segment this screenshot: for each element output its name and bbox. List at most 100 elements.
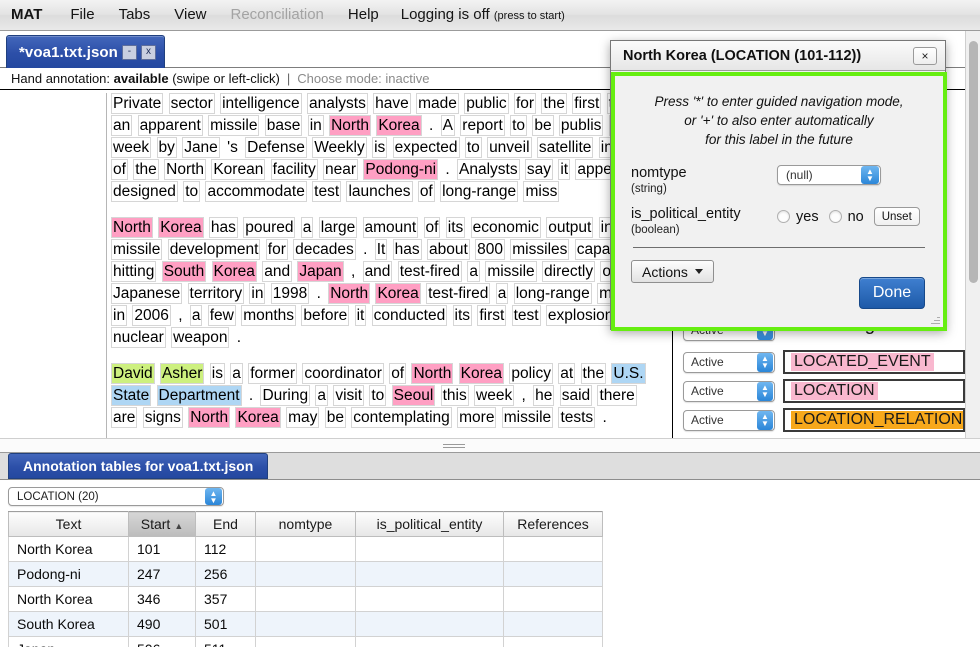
text-token[interactable]: During — [260, 385, 311, 406]
text-token[interactable]: , — [349, 261, 357, 282]
stepper-icon[interactable]: ▲▼ — [757, 352, 773, 372]
cell-end[interactable]: 511 — [195, 636, 256, 647]
unset-button[interactable]: Unset — [873, 207, 920, 226]
text-token[interactable]: for — [265, 239, 288, 260]
text-token[interactable]: a — [300, 217, 314, 238]
annotation-tables-tab[interactable]: Annotation tables for voa1.txt.json — [8, 453, 269, 479]
text-token[interactable]: this — [440, 385, 469, 406]
splitter-grip-icon[interactable] — [443, 444, 465, 449]
text-token[interactable]: test — [312, 181, 342, 202]
text-token[interactable]: hitting — [111, 261, 157, 282]
text-token[interactable]: signs — [142, 407, 183, 428]
cell-nomtype[interactable] — [255, 586, 356, 612]
text-token[interactable]: . — [247, 385, 255, 406]
table-row[interactable]: Podong-ni 247 256 — [8, 561, 603, 587]
text-token[interactable]: by — [156, 137, 177, 158]
annotated-token[interactable]: North — [329, 115, 371, 136]
text-token[interactable]: week — [111, 137, 152, 158]
nomtype-select[interactable]: (null) ▲ ▼ — [777, 165, 881, 185]
text-token[interactable]: amount — [362, 217, 419, 238]
text-token[interactable]: Analysts — [456, 159, 520, 180]
cell-references[interactable] — [503, 611, 603, 637]
column-header-text[interactable]: Text — [8, 511, 129, 537]
text-token[interactable]: apparent — [137, 115, 203, 136]
column-header-is-political-entity[interactable]: is_political_entity — [355, 511, 504, 537]
text-token[interactable]: months — [241, 305, 297, 326]
text-token[interactable]: test-fired — [426, 283, 491, 304]
tag-box-location-relation[interactable]: LOCATION_RELATION — [783, 408, 965, 432]
text-token[interactable]: . — [315, 283, 323, 304]
text-token[interactable]: in — [249, 283, 266, 304]
annotated-token[interactable]: North — [111, 217, 153, 238]
annotated-token[interactable]: Korea — [211, 261, 257, 282]
annotation-type-select[interactable]: LOCATION (20) ▲ ▼ — [8, 487, 224, 506]
text-token[interactable]: It — [374, 239, 388, 260]
cell-text[interactable]: Podong-ni — [8, 561, 129, 587]
text-token[interactable]: made — [416, 93, 459, 114]
text-token[interactable]: conducted — [371, 305, 448, 326]
text-token[interactable]: 's — [225, 137, 240, 158]
cell-nomtype[interactable] — [255, 636, 356, 647]
text-paragraph[interactable]: David Asher is a former coordinator of N… — [111, 363, 666, 429]
text-token[interactable]: a — [189, 305, 203, 326]
menu-item-tabs[interactable]: Tabs — [107, 0, 163, 30]
text-token[interactable]: expected — [392, 137, 460, 158]
text-token[interactable]: intelligence — [220, 93, 302, 114]
annotated-token[interactable]: Seoul — [391, 385, 436, 406]
text-token[interactable]: tests — [558, 407, 596, 428]
text-token[interactable]: Korean — [211, 159, 266, 180]
text-token[interactable]: of — [111, 159, 128, 180]
text-token[interactable]: be — [324, 407, 346, 428]
text-token[interactable]: explosion — [545, 305, 616, 326]
text-token[interactable]: . — [235, 327, 243, 348]
column-header-nomtype[interactable]: nomtype — [255, 511, 356, 537]
cell-text[interactable]: South Korea — [8, 611, 129, 637]
text-token[interactable]: be — [532, 115, 554, 136]
actions-button[interactable]: Actions — [631, 260, 714, 283]
text-token[interactable]: first — [572, 93, 602, 114]
text-token[interactable]: sector — [168, 93, 215, 114]
text-token[interactable]: of — [389, 363, 407, 384]
text-token[interactable]: near — [323, 159, 359, 180]
text-token[interactable]: of — [417, 181, 435, 202]
annotations-table[interactable]: Text Start ▲ End nomtype is_political_ent… — [8, 511, 603, 647]
text-token[interactable]: a — [230, 363, 243, 384]
text-token[interactable]: directly — [542, 261, 596, 282]
text-token[interactable]: it — [558, 159, 571, 180]
text-token[interactable]: it — [354, 305, 367, 326]
cell-start[interactable]: 101 — [128, 536, 196, 562]
cell-references[interactable] — [503, 561, 603, 587]
done-button[interactable]: Done — [859, 277, 925, 309]
text-token[interactable]: the — [580, 363, 607, 384]
text-token[interactable]: facility — [270, 159, 318, 180]
text-token[interactable]: first — [477, 305, 507, 326]
text-token[interactable]: to — [464, 137, 482, 158]
cell-is-political-entity[interactable] — [355, 536, 504, 562]
tag-state-select-located-event[interactable]: Active ▲ ▼ — [683, 351, 775, 373]
cell-is-political-entity[interactable] — [355, 611, 504, 637]
text-token[interactable]: . — [361, 239, 369, 260]
annotation-editor-dialog[interactable]: North Korea (LOCATION (101-112)) × Press… — [610, 40, 947, 331]
text-token[interactable]: , — [520, 385, 528, 406]
text-token[interactable]: launches — [346, 181, 413, 202]
text-token[interactable]: North — [164, 159, 207, 180]
text-token[interactable]: analysts — [306, 93, 368, 114]
text-token[interactable]: unveil — [487, 137, 532, 158]
cell-is-political-entity[interactable] — [355, 586, 504, 612]
menu-brand-mat[interactable]: MAT — [11, 0, 58, 30]
annotated-token[interactable]: North — [328, 283, 371, 304]
text-token[interactable]: before — [301, 305, 350, 326]
text-token[interactable]: and — [362, 261, 393, 282]
text-token[interactable]: publis — [558, 115, 604, 136]
text-token[interactable]: development — [167, 239, 261, 260]
stepper-icon[interactable]: ▲▼ — [205, 488, 222, 505]
text-token[interactable]: to — [369, 385, 387, 406]
text-token[interactable]: is — [372, 137, 388, 158]
cell-nomtype[interactable] — [255, 536, 356, 562]
text-token[interactable]: territory — [187, 283, 245, 304]
text-token[interactable]: 800 — [475, 239, 505, 260]
text-token[interactable]: test — [511, 305, 541, 326]
text-paragraph[interactable]: Private sector intelligence analysts hav… — [111, 93, 666, 203]
dialog-title-bar[interactable]: North Korea (LOCATION (101-112)) × — [611, 41, 945, 71]
main-vertical-scrollbar[interactable] — [965, 31, 980, 438]
